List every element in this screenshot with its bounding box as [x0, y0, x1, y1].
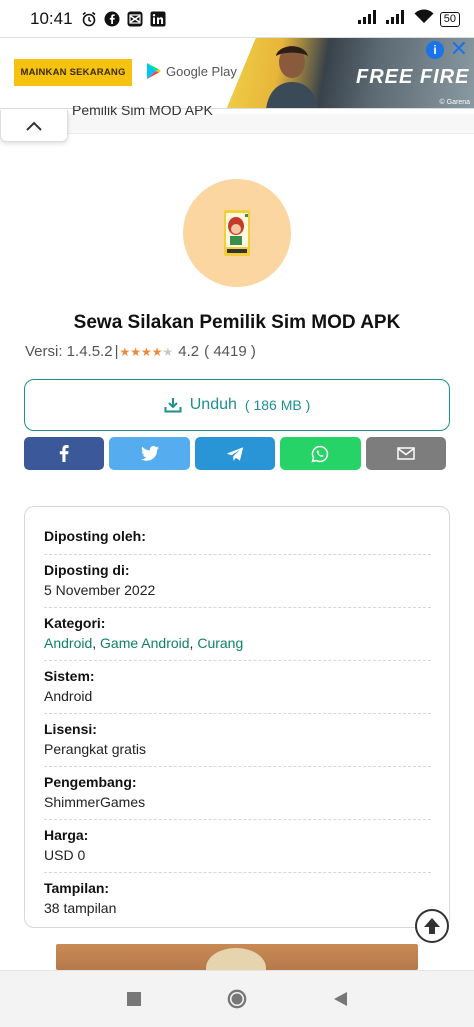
app-icon: [183, 179, 291, 287]
home-button[interactable]: [227, 989, 247, 1009]
thumbnail-art: [206, 948, 266, 970]
home-icon: [227, 989, 247, 1009]
share-row: [24, 437, 447, 470]
app-meta: Versi: 1.4.5.2 | ★ ★ ★ ★ ★ 4.2 ( 4419 ): [25, 343, 256, 360]
ad-game-logo: FREE FIRE: [356, 66, 470, 88]
ad-info-icon[interactable]: i: [426, 41, 444, 59]
category-link-game-android[interactable]: Game Android: [100, 635, 190, 651]
price-value: USD 0: [44, 847, 86, 863]
signal-icon: [385, 9, 408, 29]
chevron-up-icon: [26, 121, 42, 131]
facebook-icon: [104, 11, 120, 27]
scroll-to-top-button[interactable]: [415, 909, 449, 943]
detail-posted-by: Diposting oleh:: [44, 521, 431, 555]
status-bar: 10:41 50: [0, 0, 474, 38]
ad-character-image: [266, 46, 318, 108]
license-value: Perangkat gratis: [44, 741, 146, 757]
back-button[interactable]: [330, 989, 350, 1009]
detail-views: Tampilan: 38 tampilan: [44, 873, 431, 925]
share-facebook-button[interactable]: [24, 437, 105, 470]
sticky-title: Pemilik Sim MOD APK: [72, 106, 213, 118]
rating-stars: ★ ★ ★ ★ ★: [119, 346, 173, 358]
share-twitter-button[interactable]: [109, 437, 190, 470]
posted-on-label: Diposting di:: [44, 562, 130, 578]
ad-cta-button[interactable]: MAINKAN SEKARANG: [14, 59, 132, 86]
views-value: 38 tampilan: [44, 900, 117, 916]
views-label: Tampilan:: [44, 880, 110, 896]
google-play-icon: [147, 63, 161, 79]
linkedin-icon: [150, 11, 166, 27]
twitter-icon: [140, 446, 159, 461]
category-link-curang[interactable]: Curang: [197, 635, 243, 651]
google-play-badge[interactable]: Google Play: [146, 62, 237, 80]
posted-by-label: Diposting oleh:: [44, 528, 146, 544]
license-label: Lisensi:: [44, 721, 97, 737]
ad-publisher: © Garena: [439, 99, 470, 106]
download-label: Unduh: [189, 396, 237, 413]
price-label: Harga:: [44, 827, 89, 843]
star-icon: ★: [151, 344, 163, 359]
star-icon: ★: [119, 344, 131, 359]
screenshot-thumbnail[interactable]: [56, 944, 418, 970]
alarm-icon: [81, 11, 97, 27]
details-card: Diposting oleh: Diposting di: 5 November…: [24, 506, 450, 928]
telegram-icon: [226, 446, 244, 461]
detail-system: Sistem: Android: [44, 661, 431, 714]
ad-banner[interactable]: MAINKAN SEKARANG Google Play FREE FIRE ©…: [0, 37, 474, 109]
detail-price: Harga: USD 0: [44, 820, 431, 873]
category-separator: ,: [92, 635, 97, 651]
developer-label: Pengembang:: [44, 774, 137, 790]
star-icon: ★: [162, 344, 174, 359]
whatsapp-icon: [311, 445, 329, 463]
status-icons: 50: [357, 9, 460, 29]
capcut-icon: [127, 11, 143, 27]
app-title: Sewa Silakan Pemilik Sim MOD APK: [73, 312, 401, 333]
screen: 10:41 50 MAINKAN SEKARANG Google Play FR…: [0, 0, 474, 1027]
download-button[interactable]: Unduh ( 186 MB ): [24, 379, 450, 431]
collapse-button[interactable]: [0, 110, 68, 142]
arrow-up-icon: [424, 918, 440, 934]
detail-posted-on: Diposting di: 5 November 2022: [44, 555, 431, 608]
back-icon: [334, 992, 347, 1006]
signal-icon: [357, 9, 380, 29]
recents-button[interactable]: [124, 989, 144, 1009]
wifi-icon: [414, 9, 434, 29]
category-links: Android, Game Android, Curang: [44, 633, 431, 653]
category-separator: ,: [189, 635, 194, 651]
email-icon: [397, 447, 415, 460]
detail-category: Kategori: Android, Game Android, Curang: [44, 608, 431, 661]
download-size: ( 186 MB ): [244, 397, 311, 413]
system-value: Android: [44, 688, 93, 704]
system-label: Sistem:: [44, 668, 95, 684]
app-icon-image: [224, 210, 250, 256]
ad-close-icon[interactable]: ✕: [450, 38, 468, 60]
google-play-label: Google Play: [166, 63, 237, 79]
facebook-icon: [60, 445, 69, 462]
rating-value: 4.2: [178, 343, 200, 360]
developer-value: ShimmerGames: [44, 794, 146, 810]
version-label: Versi: 1.4.5.2: [25, 343, 113, 360]
detail-license: Lisensi: Perangkat gratis: [44, 714, 431, 767]
meta-separator: |: [114, 343, 119, 360]
star-icon: ★: [141, 344, 152, 359]
download-icon: [164, 398, 182, 413]
posted-on-value: 5 November 2022: [44, 582, 156, 598]
rating-count: ( 4419 ): [204, 343, 256, 360]
share-whatsapp-button[interactable]: [280, 437, 361, 470]
recents-icon: [127, 992, 141, 1006]
status-time: 10:41: [30, 9, 73, 28]
star-icon: ★: [130, 344, 141, 359]
battery-icon: 50: [439, 11, 460, 27]
android-nav-bar: [0, 970, 474, 1027]
share-email-button[interactable]: [365, 437, 447, 470]
detail-developer: Pengembang: ShimmerGames: [44, 767, 431, 820]
share-telegram-button[interactable]: [194, 437, 276, 470]
category-link-android[interactable]: Android: [44, 635, 92, 651]
category-label: Kategori:: [44, 615, 106, 631]
